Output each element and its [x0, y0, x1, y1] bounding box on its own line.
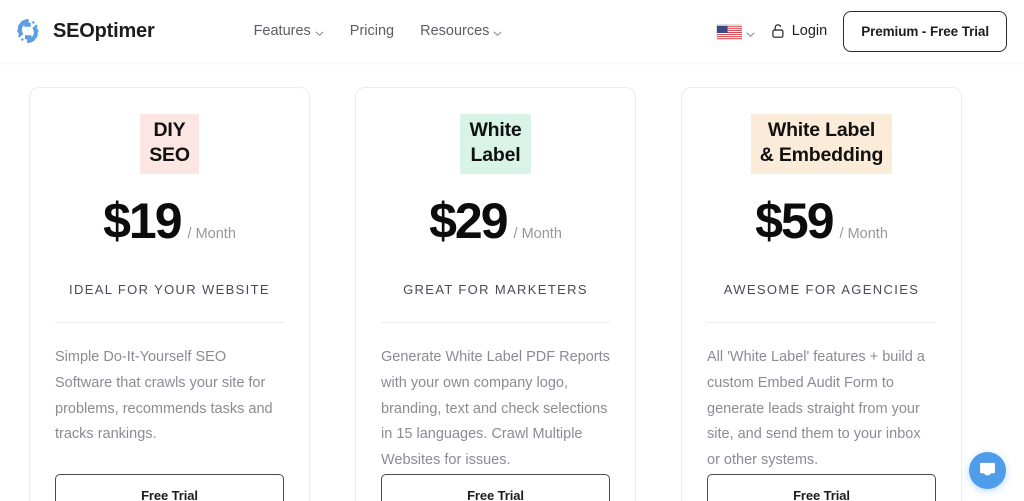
plan-price: $19	[103, 192, 182, 249]
language-selector[interactable]	[715, 23, 755, 39]
plan-description: All 'White Label' features + build a cus…	[707, 348, 925, 469]
nav-item-pricing[interactable]: Pricing	[350, 23, 394, 39]
card-divider	[55, 321, 284, 323]
nav-item-label: Resources	[420, 23, 490, 39]
plan-badge-line1: DIY	[153, 119, 186, 141]
site-header: SEOptimer Features Pricing Resources Log…	[0, 0, 1024, 62]
plan-price-period: / Month	[513, 225, 562, 242]
main-navigation: Features Pricing Resources	[254, 23, 503, 39]
plan-description: Simple Do-It-Yourself SEO Software that …	[55, 348, 273, 443]
pricing-card-white-label: White Label $29 / Month GREAT FOR MARKET…	[355, 87, 636, 501]
chat-launcher-button[interactable]	[969, 452, 1006, 489]
premium-free-trial-button[interactable]: Premium - Free Trial	[843, 10, 1007, 52]
plan-tagline: GREAT FOR MARKETERS	[403, 281, 588, 297]
nav-item-resources[interactable]: Resources	[420, 23, 502, 39]
chevron-down-icon	[746, 26, 755, 37]
pricing-cards-section: DIY SEO $19 / Month IDEAL FOR YOUR WEBSI…	[0, 62, 1024, 501]
plan-badge: White Label & Embedding	[750, 114, 893, 174]
us-flag-icon	[715, 23, 742, 39]
lock-icon	[771, 23, 785, 39]
plan-badge: DIY SEO	[140, 114, 199, 174]
plan-badge-line1: White	[469, 119, 522, 141]
nav-item-label: Pricing	[349, 23, 395, 39]
login-link[interactable]: Login	[771, 23, 827, 39]
nav-item-features[interactable]: Features	[254, 23, 324, 39]
chevron-down-icon	[493, 26, 502, 36]
plan-price-period: / Month	[839, 225, 888, 242]
free-trial-button[interactable]: Free Trial	[381, 473, 610, 501]
plan-price-row: $59 / Month	[755, 196, 888, 246]
header-actions: Login Premium - Free Trial	[715, 10, 1007, 52]
plan-price-row: $19 / Month	[103, 196, 236, 246]
plan-badge-line2: Label	[470, 143, 521, 166]
pricing-card-white-label-embedding: White Label & Embedding $59 / Month AWES…	[681, 87, 962, 501]
plan-badge-line2: SEO	[149, 143, 190, 166]
plan-price-row: $29 / Month	[429, 196, 562, 246]
card-divider	[381, 321, 610, 323]
login-label: Login	[791, 23, 828, 39]
brand-name: SEOptimer	[53, 19, 155, 42]
seoptimer-gears-logo-icon	[12, 14, 46, 48]
plan-description: Generate White Label PDF Reports with yo…	[381, 348, 610, 469]
plan-price: $29	[429, 192, 508, 249]
plan-price-period: / Month	[187, 225, 236, 242]
plan-badge: White Label	[460, 114, 531, 174]
free-trial-button[interactable]: Free Trial	[55, 473, 284, 501]
plan-tagline: AWESOME FOR AGENCIES	[723, 281, 920, 297]
chevron-down-icon	[315, 26, 324, 36]
plan-badge-line2: & Embedding	[759, 143, 884, 166]
free-trial-button[interactable]: Free Trial	[707, 473, 936, 501]
plan-tagline: IDEAL FOR YOUR WEBSITE	[69, 281, 270, 297]
plan-badge-line1: White Label	[767, 119, 876, 141]
nav-item-label: Features	[253, 23, 311, 39]
plan-price: $59	[755, 192, 834, 249]
card-divider	[707, 321, 936, 323]
intercom-chat-icon	[978, 460, 997, 482]
pricing-card-diy-seo: DIY SEO $19 / Month IDEAL FOR YOUR WEBSI…	[29, 87, 310, 501]
brand-logo-link[interactable]: SEOptimer	[12, 14, 155, 48]
